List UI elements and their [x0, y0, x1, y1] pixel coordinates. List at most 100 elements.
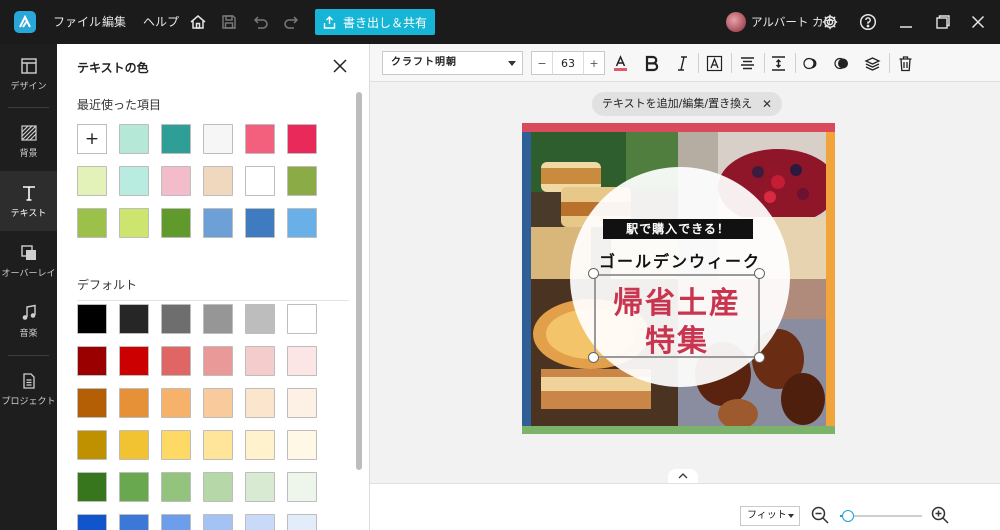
avatar[interactable]	[726, 12, 746, 32]
recent-color-swatch[interactable]	[245, 208, 275, 238]
default-color-swatch[interactable]	[77, 514, 107, 530]
export-share-button[interactable]: 書き出し＆共有	[315, 9, 435, 35]
default-color-swatch[interactable]	[77, 430, 107, 460]
text-color-button[interactable]	[610, 53, 630, 73]
collapse-timeline-button[interactable]	[668, 469, 698, 483]
line-spacing-button[interactable]	[768, 53, 788, 73]
text-box-button[interactable]	[704, 53, 724, 73]
design-canvas[interactable]: 駅で購入できる！ ゴールデンウィーク 帰省土産 特集	[522, 123, 835, 434]
default-color-swatch[interactable]	[245, 472, 275, 502]
default-color-swatch[interactable]	[245, 304, 275, 334]
zoom-fit-select[interactable]: フィット	[740, 506, 800, 526]
recent-color-swatch[interactable]	[203, 166, 233, 196]
badge-text[interactable]: 駅で購入できる！	[603, 219, 753, 239]
delete-button[interactable]	[895, 53, 915, 73]
rail-item-text[interactable]: テキスト	[0, 171, 57, 231]
rail-item-overlay[interactable]: オーバーレイ	[0, 231, 57, 291]
default-color-swatch[interactable]	[245, 346, 275, 376]
rail-item-design[interactable]: デザイン	[0, 44, 57, 104]
close-hint-icon[interactable]: ✕	[762, 92, 772, 116]
recent-color-swatch[interactable]	[161, 124, 191, 154]
minimize-icon[interactable]	[895, 11, 917, 33]
layers-button[interactable]	[862, 53, 882, 73]
default-color-swatch[interactable]	[77, 304, 107, 334]
menu-help[interactable]: ヘルプ	[143, 0, 179, 44]
default-color-swatch[interactable]	[119, 472, 149, 502]
align-button[interactable]	[737, 53, 757, 73]
italic-button[interactable]	[672, 53, 692, 73]
menu-edit[interactable]: 編集	[102, 0, 126, 44]
font-size-decrease-button[interactable]: −	[532, 52, 552, 74]
default-color-swatch[interactable]	[203, 304, 233, 334]
default-color-swatch[interactable]	[119, 304, 149, 334]
font-size-increase-button[interactable]: +	[584, 52, 604, 74]
menu-file[interactable]: ファイル	[53, 0, 101, 44]
save-icon[interactable]	[218, 11, 240, 33]
default-color-swatch[interactable]	[161, 472, 191, 502]
resize-handle-bottom-right[interactable]	[754, 352, 765, 363]
title-text-line-2[interactable]: 特集	[594, 316, 760, 360]
panel-scrollbar[interactable]	[356, 92, 362, 470]
close-panel-icon[interactable]	[332, 58, 348, 74]
outline-button[interactable]	[831, 53, 851, 73]
default-color-swatch[interactable]	[161, 430, 191, 460]
font-size-stepper[interactable]: − 63 +	[531, 51, 605, 75]
zoom-slider[interactable]	[840, 510, 922, 522]
zoom-out-icon[interactable]	[810, 505, 830, 525]
default-color-swatch[interactable]	[287, 514, 317, 530]
resize-handle-bottom-left[interactable]	[588, 352, 599, 363]
default-color-swatch[interactable]	[161, 304, 191, 334]
zoom-slider-handle[interactable]	[842, 510, 855, 522]
recent-color-swatch[interactable]	[203, 208, 233, 238]
recent-color-swatch[interactable]	[287, 208, 317, 238]
recent-color-swatch[interactable]	[245, 124, 275, 154]
recent-color-swatch[interactable]	[119, 124, 149, 154]
rail-item-project[interactable]: プロジェクト	[0, 359, 57, 419]
default-color-swatch[interactable]	[119, 346, 149, 376]
default-color-swatch[interactable]	[287, 346, 317, 376]
default-color-swatch[interactable]	[203, 514, 233, 530]
rail-item-background[interactable]: 背景	[0, 111, 57, 171]
home-icon[interactable]	[187, 11, 209, 33]
recent-color-swatch[interactable]	[287, 166, 317, 196]
default-color-swatch[interactable]	[287, 388, 317, 418]
close-icon[interactable]	[967, 11, 989, 33]
recent-color-swatch[interactable]	[77, 166, 107, 196]
default-color-swatch[interactable]	[245, 430, 275, 460]
default-color-swatch[interactable]	[287, 304, 317, 334]
zoom-in-icon[interactable]	[930, 505, 950, 525]
default-color-swatch[interactable]	[77, 472, 107, 502]
default-color-swatch[interactable]	[119, 430, 149, 460]
resize-handle-top-right[interactable]	[754, 268, 765, 279]
default-color-swatch[interactable]	[119, 388, 149, 418]
text-hint-pill[interactable]: テキストを追加/編集/置き換え ✕	[592, 92, 783, 116]
default-color-swatch[interactable]	[119, 514, 149, 530]
recent-color-swatch[interactable]	[77, 208, 107, 238]
add-color-button[interactable]: +	[77, 124, 107, 154]
default-color-swatch[interactable]	[161, 346, 191, 376]
recent-color-swatch[interactable]	[161, 208, 191, 238]
bold-button[interactable]	[641, 53, 661, 73]
default-color-swatch[interactable]	[203, 472, 233, 502]
resize-handle-top-left[interactable]	[588, 268, 599, 279]
recent-color-swatch[interactable]	[161, 166, 191, 196]
recent-color-swatch[interactable]	[119, 208, 149, 238]
default-color-swatch[interactable]	[161, 388, 191, 418]
recent-color-swatch[interactable]	[119, 166, 149, 196]
default-color-swatch[interactable]	[77, 346, 107, 376]
default-color-swatch[interactable]	[245, 388, 275, 418]
font-size-value[interactable]: 63	[552, 52, 584, 74]
default-color-swatch[interactable]	[287, 430, 317, 460]
recent-color-swatch[interactable]	[245, 166, 275, 196]
default-color-swatch[interactable]	[203, 388, 233, 418]
help-icon[interactable]	[857, 11, 879, 33]
shadow-button[interactable]	[800, 53, 820, 73]
undo-icon[interactable]	[250, 11, 272, 33]
default-color-swatch[interactable]	[287, 472, 317, 502]
recent-color-swatch[interactable]	[203, 124, 233, 154]
default-color-swatch[interactable]	[203, 346, 233, 376]
gear-icon[interactable]	[819, 11, 841, 33]
redo-icon[interactable]	[280, 11, 302, 33]
maximize-icon[interactable]	[932, 11, 954, 33]
rail-item-music[interactable]: 音楽	[0, 291, 57, 351]
